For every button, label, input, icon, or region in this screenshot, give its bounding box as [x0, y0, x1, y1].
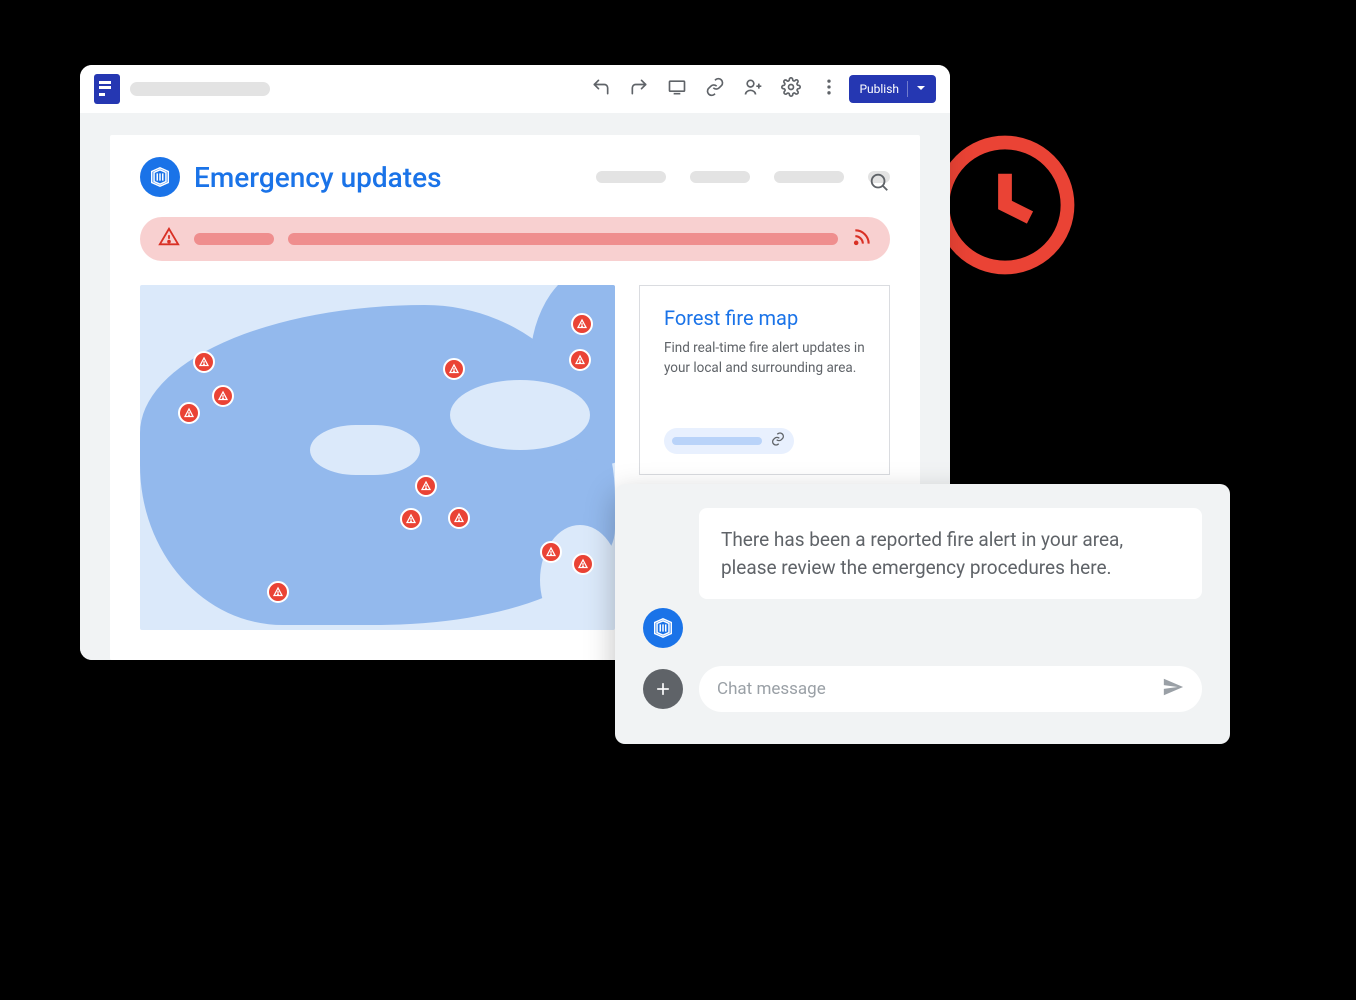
message-row: There has been a reported fire alert in … [643, 508, 1202, 648]
app-icon[interactable] [94, 74, 120, 104]
rss-icon[interactable] [852, 227, 872, 251]
map-alert-pin[interactable] [572, 553, 594, 575]
site-logo-icon [140, 157, 180, 197]
doc-title-placeholder[interactable] [130, 82, 270, 96]
publish-divider [907, 81, 908, 97]
chat-input-row: Chat message [643, 666, 1202, 712]
clock-decoration [930, 130, 1080, 280]
card-body: Find real-time fire alert updates in you… [664, 338, 865, 379]
map-alert-pin[interactable] [212, 385, 234, 407]
map-alert-pin[interactable] [569, 349, 591, 371]
link-icon [770, 431, 786, 451]
nav-links [596, 171, 890, 183]
map-alert-pin[interactable] [267, 581, 289, 603]
map-alert-pin[interactable] [443, 358, 465, 380]
page-header: Emergency updates [140, 157, 890, 197]
share-person-icon[interactable] [743, 77, 763, 101]
alert-text-ph [288, 233, 838, 245]
chat-input-placeholder: Chat message [717, 679, 826, 699]
nav-item-ph[interactable] [774, 171, 844, 183]
nav-item-ph[interactable] [690, 171, 750, 183]
alert-text-ph [194, 233, 274, 245]
map-alert-pin[interactable] [448, 507, 470, 529]
publish-button[interactable]: Publish [849, 75, 936, 103]
info-card: Forest fire map Find real-time fire aler… [639, 285, 890, 475]
card-title: Forest fire map [664, 306, 865, 330]
page-title: Emergency updates [194, 161, 442, 194]
warning-icon [158, 226, 180, 252]
preview-icon[interactable] [667, 77, 687, 101]
map-alert-pin[interactable] [178, 402, 200, 424]
alert-banner [140, 217, 890, 261]
toolbar: Publish [80, 65, 950, 113]
undo-icon[interactable] [591, 77, 611, 101]
publish-label: Publish [859, 82, 899, 96]
send-icon[interactable] [1162, 676, 1184, 703]
link-icon[interactable] [705, 77, 725, 101]
map[interactable] [140, 285, 615, 630]
map-alert-pin[interactable] [571, 313, 593, 335]
map-alert-pin[interactable] [400, 508, 422, 530]
map-alert-pin[interactable] [193, 351, 215, 373]
redo-icon[interactable] [629, 77, 649, 101]
nav-item-ph[interactable] [596, 171, 666, 183]
map-alert-pin[interactable] [415, 475, 437, 497]
chat-input[interactable]: Chat message [699, 666, 1202, 712]
add-attachment-button[interactable] [643, 669, 683, 709]
card-link[interactable] [664, 428, 794, 454]
chat-card: There has been a reported fire alert in … [615, 484, 1230, 744]
bot-avatar-icon [643, 608, 683, 648]
more-menu-icon[interactable] [819, 77, 839, 101]
chat-message: There has been a reported fire alert in … [699, 508, 1202, 599]
map-alert-pin[interactable] [540, 541, 562, 563]
publish-dropdown-icon[interactable] [916, 82, 926, 96]
settings-gear-icon[interactable] [781, 77, 801, 101]
search-icon[interactable] [868, 171, 890, 183]
